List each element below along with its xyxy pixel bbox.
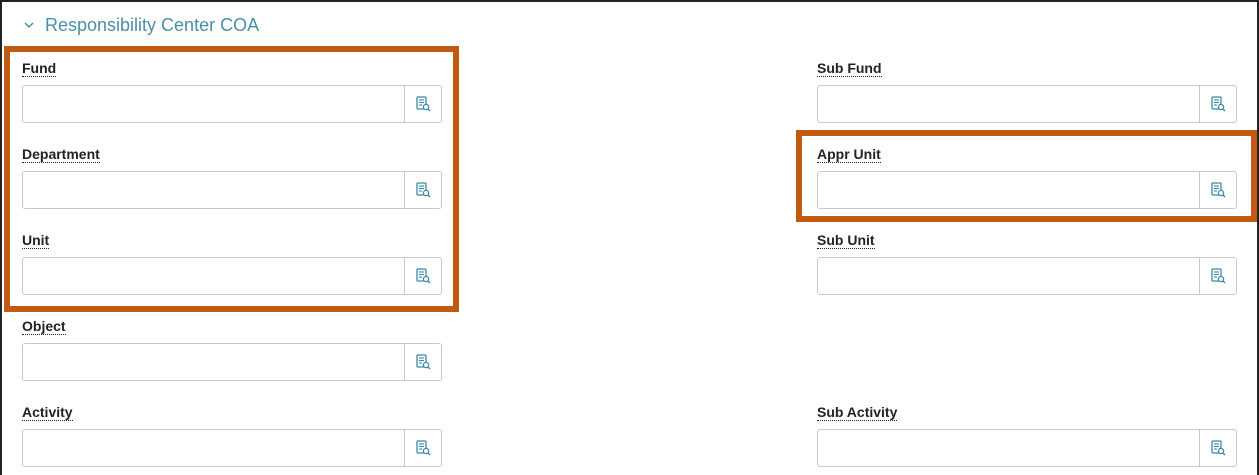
object-input[interactable] xyxy=(23,344,404,380)
highlight-box-appr-unit xyxy=(796,130,1257,222)
sub-activity-input[interactable] xyxy=(818,430,1199,466)
sub-unit-lookup-button[interactable] xyxy=(1199,258,1236,294)
sub-fund-lookup-button[interactable] xyxy=(1199,86,1236,122)
sub-fund-label: Sub Fund xyxy=(817,60,882,77)
object-lookup-button[interactable] xyxy=(404,344,441,380)
sub-fund-input-group xyxy=(817,85,1237,123)
activity-input-group xyxy=(22,429,442,467)
lookup-icon xyxy=(1211,96,1226,112)
section-toggle[interactable]: Responsibility Center COA xyxy=(23,12,259,38)
sub-activity-label: Sub Activity xyxy=(817,404,898,421)
lookup-icon xyxy=(416,440,431,456)
lookup-icon xyxy=(1211,268,1226,284)
lookup-icon xyxy=(416,354,431,370)
chevron-down-icon xyxy=(24,22,34,29)
activity-input[interactable] xyxy=(23,430,404,466)
sub-unit-label: Sub Unit xyxy=(817,232,875,249)
sub-activity-input-group xyxy=(817,429,1237,467)
object-label: Object xyxy=(22,318,66,335)
sub-fund-input[interactable] xyxy=(818,86,1199,122)
object-input-group xyxy=(22,343,442,381)
section-title: Responsibility Center COA xyxy=(45,14,260,35)
sub-activity-lookup-button[interactable] xyxy=(1199,430,1236,466)
lookup-icon xyxy=(1211,440,1226,456)
sub-unit-input-group xyxy=(817,257,1237,295)
highlight-box-left xyxy=(4,46,459,312)
activity-lookup-button[interactable] xyxy=(404,430,441,466)
sub-unit-input[interactable] xyxy=(818,258,1199,294)
activity-label: Activity xyxy=(22,404,73,421)
